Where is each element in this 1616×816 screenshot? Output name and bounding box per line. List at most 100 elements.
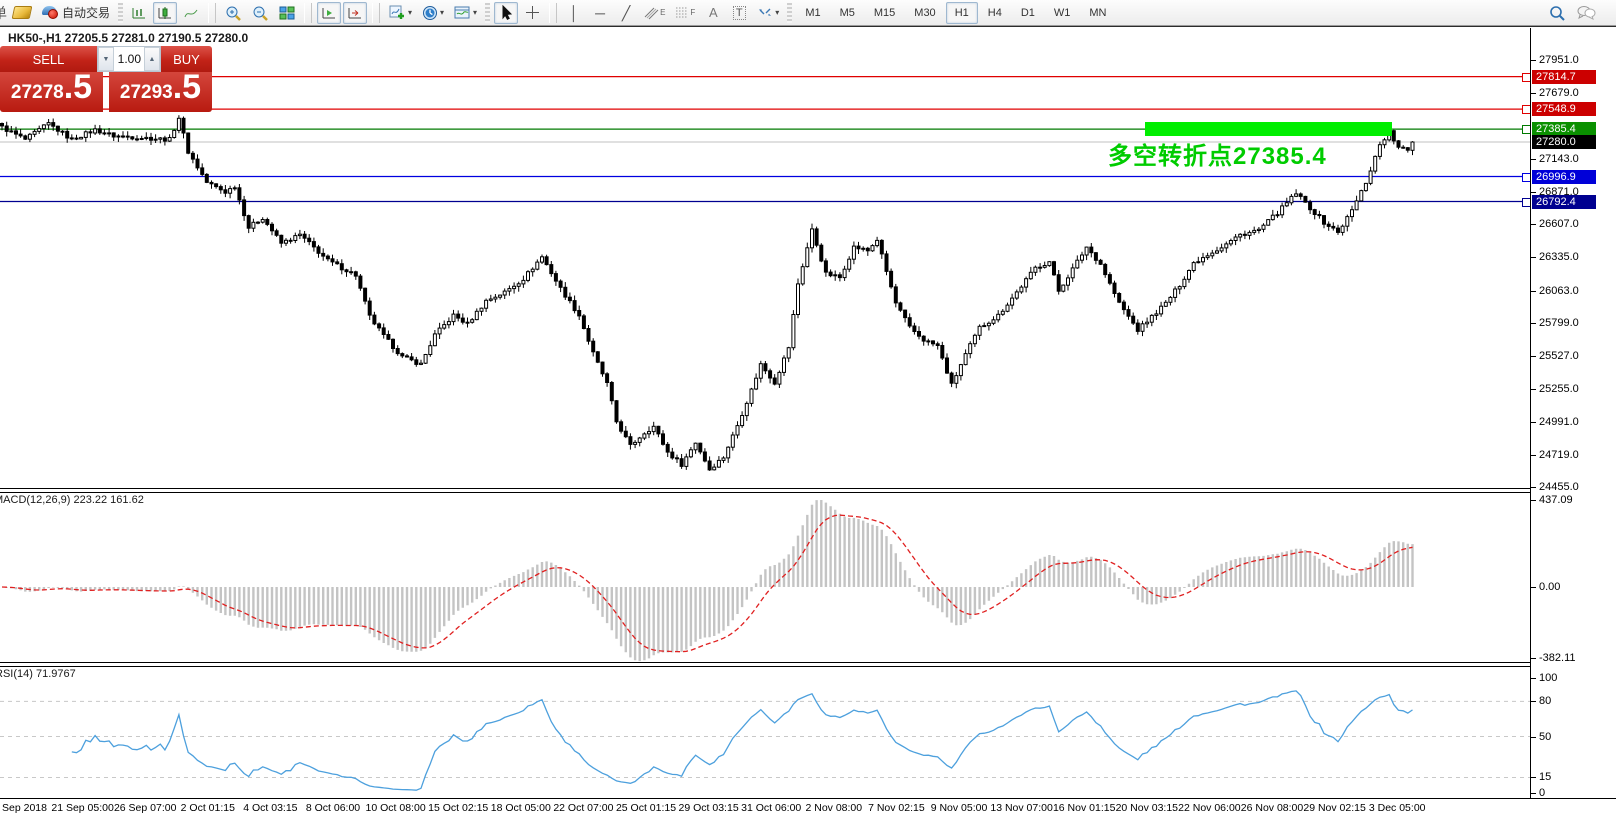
price-tick: 27679.0 [1539, 87, 1579, 99]
price-level-label: 26996.9 [1532, 170, 1596, 184]
crosshair-icon[interactable] [520, 2, 544, 24]
price-chart-canvas[interactable] [0, 28, 1616, 816]
time-tick: 22 Oct 07:00 [553, 802, 613, 814]
price-level-label: 27814.7 [1532, 70, 1596, 84]
gold-symbol-icon[interactable] [9, 2, 35, 24]
price-level-label: 26792.4 [1532, 195, 1596, 209]
time-tick: 3 Dec 05:00 [1369, 802, 1426, 814]
chart-shift-icon[interactable] [343, 2, 367, 24]
autotrading-icon [41, 6, 58, 19]
timeframe-m15[interactable]: M15 [865, 2, 904, 24]
price-axis[interactable]: 27951.027679.027143.026871.026607.026335… [1530, 28, 1616, 798]
time-tick: Sep 2018 [2, 802, 47, 814]
macd-pane-splitter[interactable] [0, 488, 1530, 493]
time-tick: 16 Nov 01:15 [1053, 802, 1115, 814]
autotrading-label: 自动交易 [62, 4, 110, 21]
dropdown-arrow: ▾ [408, 8, 412, 17]
time-tick: 10 Oct 08:00 [366, 802, 426, 814]
timeframe-group: M1M5M15M30H1H4D1W1MN [796, 2, 1115, 24]
time-tick: 22 Nov 06:00 [1178, 802, 1240, 814]
time-tick: 26 Nov 08:00 [1241, 802, 1303, 814]
time-axis[interactable]: Sep 201821 Sep 05:0026 Sep 07:002 Oct 01… [0, 798, 1616, 816]
macd-label: MACD(12,26,9) 223.22 161.62 [0, 494, 144, 506]
sell-price[interactable]: 27278 .5 [0, 72, 103, 112]
time-tick: 31 Oct 06:00 [741, 802, 801, 814]
time-tick: 15 Oct 02:15 [428, 802, 488, 814]
price-tick: 26335.0 [1539, 251, 1579, 263]
mt4-terminal: { "toolbar": { "autotrading_label": "自动交… [0, 0, 1616, 816]
equidistant-channel-icon[interactable]: E [640, 2, 669, 24]
line-chart-icon[interactable] [179, 2, 203, 24]
price-tick: -382.11 [1539, 652, 1576, 664]
bar-chart-icon[interactable] [127, 2, 151, 24]
price-level-label: 27548.9 [1532, 102, 1596, 116]
price-tick: 26607.0 [1539, 218, 1579, 230]
time-tick: 9 Nov 05:00 [931, 802, 988, 814]
timeframe-m1[interactable]: M1 [796, 2, 829, 24]
time-tick: 13 Nov 07:00 [990, 802, 1052, 814]
volume-increase-button[interactable]: ▲ [144, 47, 160, 71]
price-tick: 80 [1539, 695, 1551, 707]
price-tick: 25255.0 [1539, 383, 1579, 395]
rsi-pane-splitter[interactable] [0, 662, 1530, 667]
text-label-icon[interactable]: T [727, 2, 751, 24]
price-level-label: 27280.0 [1532, 135, 1596, 149]
toolbar-grip[interactable] [118, 3, 123, 23]
search-icon[interactable] [1545, 2, 1570, 24]
price-tick: 15 [1539, 771, 1551, 783]
time-tick: 29 Nov 02:15 [1303, 802, 1365, 814]
highlight-rectangle[interactable] [1145, 122, 1392, 136]
time-tick: 21 Sep 05:00 [51, 802, 113, 814]
zoom-out-icon[interactable] [248, 2, 273, 24]
chat-icon[interactable] [1572, 2, 1600, 24]
autotrading-button[interactable]: 自动交易 [37, 2, 114, 24]
rsi-label: RSI(14) 71.9767 [0, 668, 76, 680]
timeframe-h4[interactable]: H4 [979, 2, 1011, 24]
turning-point-annotation[interactable]: 多空转折点27385.4 [1108, 136, 1327, 171]
volume-value[interactable]: 1.00 [114, 47, 144, 71]
timeframe-mn[interactable]: MN [1080, 2, 1115, 24]
text-icon[interactable]: A [701, 2, 725, 24]
chart-window[interactable]: HK50-,H1 27205.5 27281.0 27190.5 27280.0… [0, 28, 1616, 816]
price-tick: 0.00 [1539, 581, 1560, 593]
zoom-in-icon[interactable] [221, 2, 246, 24]
templates-button[interactable]: ▾ [450, 2, 481, 24]
price-tick: 26063.0 [1539, 285, 1579, 297]
price-tick: 27143.0 [1539, 153, 1579, 165]
price-tick: 25527.0 [1539, 350, 1579, 362]
timeframe-m5[interactable]: M5 [831, 2, 864, 24]
auto-scroll-icon[interactable] [317, 2, 341, 24]
time-tick: 7 Nov 02:15 [868, 802, 925, 814]
vline-icon[interactable]: │ [562, 2, 586, 24]
price-tick: 24455.0 [1539, 481, 1579, 493]
toolbar: 单 自动交易 ▾ ▾ ▾ │ ─ ╱ E [0, 0, 1616, 26]
tile-windows-icon[interactable] [275, 2, 299, 24]
timeframe-d1[interactable]: D1 [1012, 2, 1044, 24]
time-tick: 26 Sep 07:00 [114, 802, 176, 814]
price-tick: 437.09 [1539, 494, 1573, 506]
timeframe-w1[interactable]: W1 [1045, 2, 1080, 24]
timeframe-h1[interactable]: H1 [946, 2, 978, 24]
periods-button[interactable]: ▾ [418, 2, 448, 24]
hline-icon[interactable]: ─ [588, 2, 612, 24]
one-click-trading-panel: SELL ▼ 1.00 ▲ BUY 27278 .5 27293 .5 [0, 46, 212, 112]
time-tick: 20 Nov 03:15 [1116, 802, 1178, 814]
candlestick-chart-icon[interactable] [153, 2, 177, 24]
chart-title: HK50-,H1 27205.5 27281.0 27190.5 27280.0 [8, 31, 248, 45]
time-tick: 29 Oct 03:15 [679, 802, 739, 814]
volume-decrease-button[interactable]: ▼ [98, 47, 114, 71]
price-tick: 24719.0 [1539, 449, 1579, 461]
volume-stepper: ▼ 1.00 ▲ [97, 46, 161, 72]
price-tick: 24991.0 [1539, 416, 1579, 428]
arrows-button[interactable]: ▾ [753, 2, 783, 24]
timeframe-m30[interactable]: M30 [905, 2, 944, 24]
new-order-icon[interactable]: 单 [0, 6, 7, 20]
time-tick: 2 Nov 08:00 [805, 802, 862, 814]
cursor-icon[interactable] [494, 2, 518, 24]
indicators-button[interactable]: ▾ [385, 2, 416, 24]
fibonacci-icon[interactable]: F [671, 2, 699, 24]
buy-price[interactable]: 27293 .5 [109, 72, 212, 112]
trendline-icon[interactable]: ╱ [614, 2, 638, 24]
time-tick: 4 Oct 03:15 [243, 802, 297, 814]
time-tick: 18 Oct 05:00 [491, 802, 551, 814]
